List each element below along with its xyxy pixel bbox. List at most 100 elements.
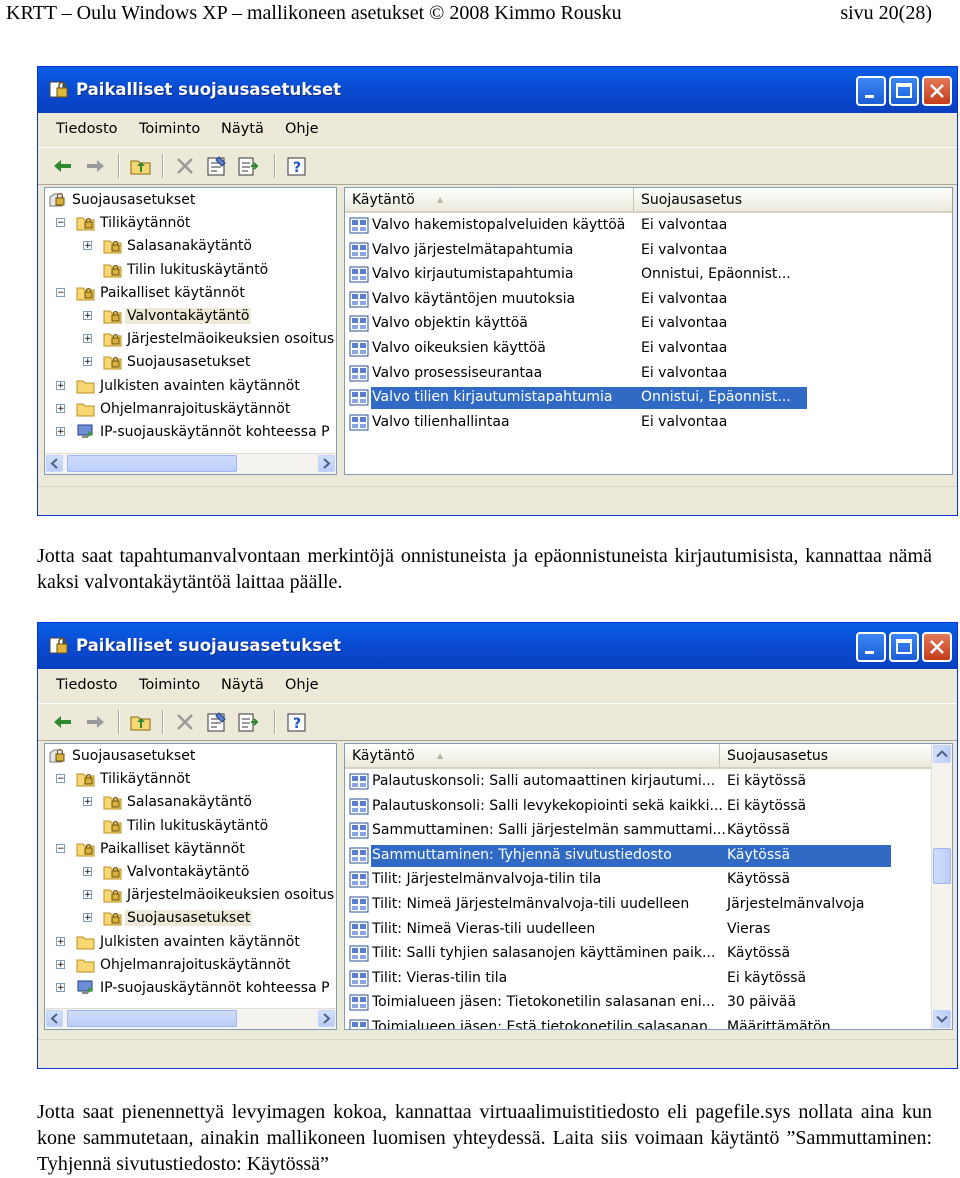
menu-file[interactable]: Tiedosto [56,121,118,137]
export-list-icon[interactable] [236,710,262,734]
policy-row[interactable]: Valvo oikeuksien käyttöä Ei valvontaa [345,337,952,361]
close-button[interactable] [922,76,952,106]
close-button[interactable] [922,632,952,662]
policy-row[interactable]: Palautuskonsoli: Salli levykekopiointi s… [345,795,952,819]
help-icon[interactable]: ? [284,154,310,178]
forward-icon[interactable] [82,710,108,734]
tree-horizontal-scrollbar[interactable] [45,1008,336,1029]
policy-row[interactable]: Valvo kirjautumistapahtumia Onnistui, Epä… [345,263,952,287]
policy-row[interactable]: Valvo tilien kirjautumistapahtumia Onnist… [345,386,952,410]
scroll-up-icon[interactable] [933,745,951,763]
delete-icon[interactable] [172,710,198,734]
policy-row[interactable]: Toimialueen jäsen: Estä tietokonetilin s… [345,1016,952,1029]
title-bar[interactable]: Paikalliset suojausasetukset [38,623,957,669]
sort-ascending-icon: ▲ [437,195,444,204]
expand-icon[interactable]: + [56,380,65,390]
menu-help[interactable]: Ohje [285,677,319,693]
expand-icon[interactable]: + [56,427,65,437]
menu-view[interactable]: Näytä [221,677,264,693]
menu-action[interactable]: Toiminto [139,121,200,137]
toolbar-separator [274,154,276,178]
back-icon[interactable] [50,154,76,178]
status-bar [38,1039,957,1068]
title-bar[interactable]: Paikalliset suojausasetukset [38,67,957,113]
toolbar: ? [38,147,957,185]
expand-icon[interactable]: + [83,241,92,251]
policy-list-pane[interactable]: Käytäntö ▲ Suojausasetus Palautuskonsoli: S… [344,743,953,1030]
policy-row[interactable]: Tilit: Salli tyhjien salasanojen käyttäm… [345,942,952,966]
policy-row[interactable]: Sammuttaminen: Tyhjennä sivutustiedosto K… [345,844,952,868]
collapse-icon[interactable]: − [56,287,65,297]
expand-icon[interactable]: + [83,334,92,344]
maximize-button[interactable] [889,632,919,662]
column-header-policy[interactable]: Käytäntö ▲ [345,188,634,213]
tree-pane[interactable]: Suojausasetukset − Tilikäytännöt + Salasanak… [44,187,337,475]
scroll-down-icon[interactable] [933,1010,951,1028]
scroll-right-icon[interactable] [318,1010,335,1027]
policy-row[interactable]: Tilit: Nimeä Järjestelmänvalvoja-tili uu… [345,893,952,917]
forward-icon[interactable] [82,154,108,178]
column-header-setting[interactable]: Suojausasetus [720,744,952,769]
tree-pane[interactable]: Suojausasetukset − Tilikäytännöt + Salasanak… [44,743,337,1030]
policy-row[interactable]: Tilit: Järjestelmänvalvoja-tilin tila Käy… [345,868,952,892]
up-folder-icon[interactable] [128,154,154,178]
collapse-icon[interactable]: − [56,774,65,784]
delete-icon[interactable] [172,154,198,178]
maximize-button[interactable] [889,76,919,106]
expand-icon[interactable]: + [83,890,92,900]
policy-row[interactable]: Valvo hakemistopalveluiden käyttöä Ei val… [345,214,952,238]
scroll-left-icon[interactable] [46,1010,63,1027]
toolbar-separator [118,710,120,734]
column-header-setting[interactable]: Suojausasetus [634,188,952,213]
up-folder-icon[interactable] [128,710,154,734]
list-vertical-scrollbar[interactable] [931,744,952,1029]
policy-icon [349,870,369,889]
scroll-thumb[interactable] [67,1010,237,1027]
tree-item-label: Tilikäytännöt [100,215,191,232]
properties-icon[interactable] [204,154,230,178]
policy-list-pane[interactable]: Käytäntö ▲ Suojausasetus Valvo hakemistopal… [344,187,953,475]
collapse-icon[interactable]: − [56,218,65,228]
expand-icon[interactable]: + [56,959,65,969]
policy-row[interactable]: Valvo käytäntöjen muutoksia Ei valvontaa [345,288,952,312]
collapse-icon[interactable]: − [56,843,65,853]
export-list-icon[interactable] [236,154,262,178]
expand-icon[interactable]: + [56,936,65,946]
policy-row[interactable]: Toimialueen jäsen: Tietokonetilin salasa… [345,991,952,1015]
menu-action[interactable]: Toiminto [139,677,200,693]
properties-icon[interactable] [204,710,230,734]
expand-icon[interactable]: + [83,311,92,321]
scroll-thumb[interactable] [933,848,951,884]
policy-row[interactable]: Tilit: Vieras-tilin tila Ei käytössä [345,967,952,991]
expand-icon[interactable]: + [83,913,92,923]
tree-item-label: Suojausasetukset [127,354,251,371]
policy-row[interactable]: Valvo prosessiseurantaa Ei valvontaa [345,362,952,386]
security-folder-icon [48,191,68,209]
minimize-button[interactable] [856,76,886,106]
tree-horizontal-scrollbar[interactable] [45,453,336,474]
policy-row[interactable]: Valvo objektin käyttöä Ei valvontaa [345,312,952,336]
menu-help[interactable]: Ohje [285,121,319,137]
column-header-policy[interactable]: Käytäntö ▲ [345,744,720,769]
back-icon[interactable] [50,710,76,734]
window-title: Paikalliset suojausasetukset [76,80,342,99]
policy-row[interactable]: Tilit: Nimeä Vieras-tili uudelleen Vieras [345,918,952,942]
expand-icon[interactable]: + [83,797,92,807]
expand-icon[interactable]: + [83,867,92,877]
scroll-thumb[interactable] [67,455,237,472]
scroll-left-icon[interactable] [46,455,63,472]
policy-row[interactable]: Sammuttaminen: Salli järjestelmän sammut… [345,819,952,843]
policy-row[interactable]: Palautuskonsoli: Salli automaattinen kir… [345,770,952,794]
expand-icon[interactable]: + [56,403,65,413]
policy-name: Tilit: Järjestelmänvalvoja-tilin tila [372,871,602,888]
expand-icon[interactable]: + [56,983,65,993]
expand-icon[interactable]: + [83,357,92,367]
menu-file[interactable]: Tiedosto [56,677,118,693]
help-icon[interactable]: ? [284,710,310,734]
menu-view[interactable]: Näytä [221,121,264,137]
scroll-right-icon[interactable] [318,455,335,472]
minimize-button[interactable] [856,632,886,662]
policy-row[interactable]: Valvo järjestelmätapahtumia Ei valvontaa [345,239,952,263]
policy-row[interactable]: Valvo tilienhallintaa Ei valvontaa [345,411,952,435]
policy-icon [349,846,369,865]
